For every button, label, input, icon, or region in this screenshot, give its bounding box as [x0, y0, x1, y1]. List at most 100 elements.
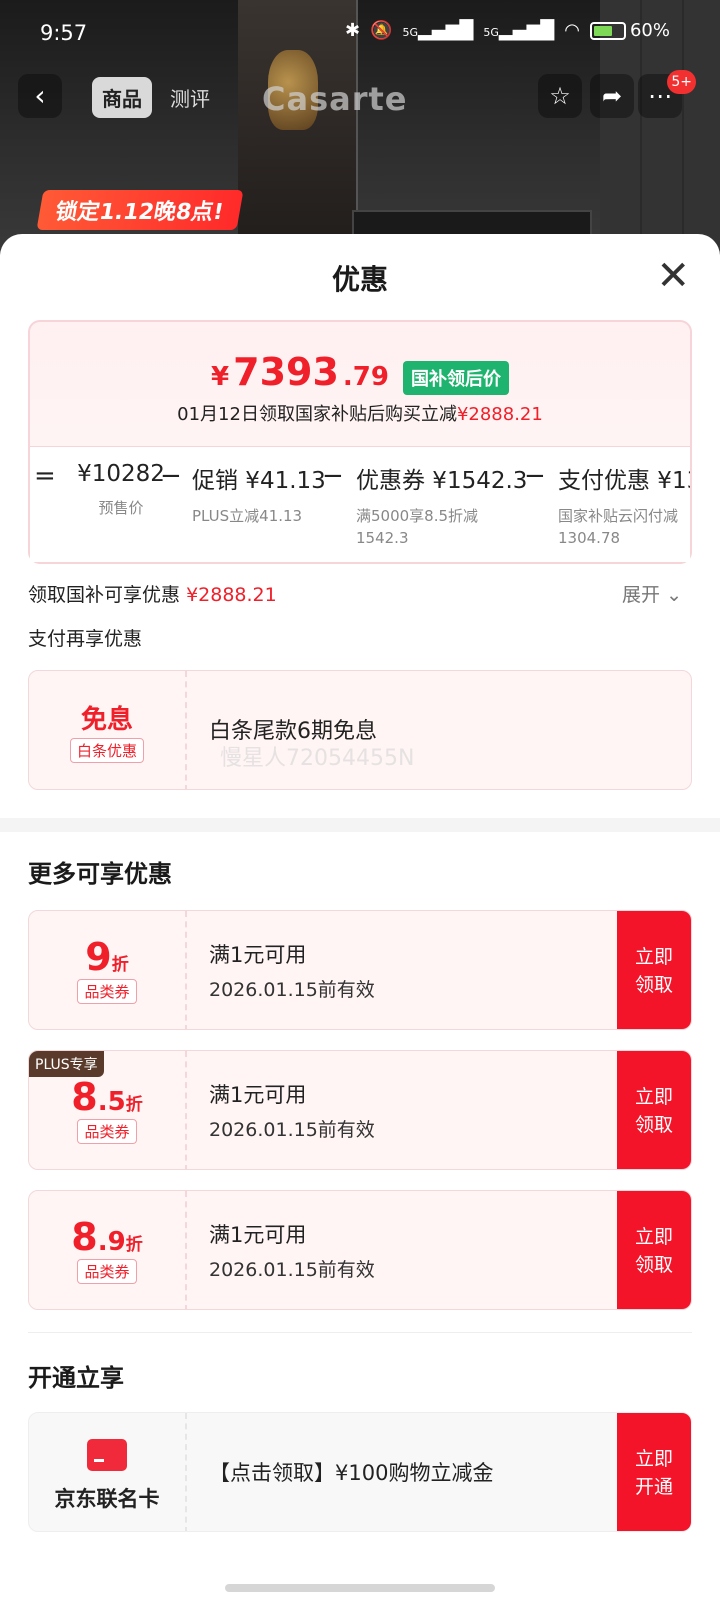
pay-more-label: 支付再享优惠 — [28, 628, 143, 650]
coupon-dec: .5 — [97, 1087, 126, 1117]
cobrand-card-name: 京东联名卡 — [54, 1487, 160, 1511]
separator-line — [28, 1332, 692, 1333]
credit-card-icon — [87, 1439, 127, 1471]
wifi-icon: ◠ — [564, 20, 580, 41]
favorite-star-icon[interactable]: ☆ — [538, 74, 582, 118]
subtitle-text: 01月12日领取国家补贴后购买立减 — [177, 404, 457, 425]
message-badge: 5+ — [667, 70, 696, 94]
coupon-body: 满1元可用 2026.01.15前有效 — [209, 1191, 611, 1309]
button-line2: 领取 — [634, 1114, 673, 1136]
sheet-title: 优惠 — [331, 263, 388, 296]
breakdown-label-line1: 国家补贴云闪付减 — [558, 507, 679, 525]
app-root: 9:57 ✱ 🔕 5G▂▄▆█ 5G▂▄▆█ ◠ 60% ‹ 商品 测评 Cas… — [0, 0, 720, 1600]
claim-coupon-button[interactable]: 立即 领取 — [617, 1191, 691, 1309]
breakdown-label-line1: 满5000享8.5折减 — [356, 507, 479, 525]
interest-free-body: 白条尾款6期免息 — [209, 671, 611, 789]
coupon-type-chip: 品类券 — [77, 979, 137, 1004]
coupon-body: 满1元可用 2026.01.15前有效 — [209, 1051, 611, 1169]
coupon-value: 8.9折 品类券 — [29, 1191, 187, 1309]
close-icon[interactable]: ✕ — [656, 256, 690, 296]
subsidy-amount: ¥2888.21 — [186, 584, 277, 606]
status-icons: ✱ 🔕 5G▂▄▆█ 5G▂▄▆█ ◠ 60% — [345, 20, 670, 41]
coupon-discount: 8.5折 — [29, 1075, 185, 1119]
coupon-card: 8.9折 品类券 满1元可用 2026.01.15前有效 立即领取 — [28, 1190, 692, 1310]
share-icon[interactable]: ➦ — [590, 74, 634, 118]
button-line1: 立即 — [634, 1226, 673, 1248]
more-offers-title: 更多可享优惠 — [28, 860, 172, 888]
mute-icon: 🔕 — [370, 20, 393, 41]
discount-sheet: 优惠 ✕ ¥ 7393 .79 国补领后价 01月12日领取国家补贴后购买立减¥… — [0, 234, 720, 1600]
coupon-expiry: 2026.01.15前有效 — [209, 1259, 375, 1281]
coupon-num: 8 — [71, 1215, 98, 1259]
network-type-2: 5G — [483, 26, 499, 39]
cobrand-card-body: 【点击领取】¥100购物立减金 — [209, 1413, 611, 1531]
button-line2: 领取 — [634, 1254, 673, 1276]
coupon-unit: 折 — [125, 1095, 143, 1115]
watermark-text: 慢星人72054455N — [220, 746, 415, 771]
coupon-condition: 满1元可用 — [209, 1223, 307, 1247]
price-subtitle: 01月12日领取国家补贴后购买立减¥2888.21 — [30, 400, 690, 426]
minus-sign: − — [524, 461, 546, 491]
coupon-type-chip: 品类券 — [77, 1259, 137, 1284]
interest-free-card[interactable]: 免息 白条优惠 白条尾款6期免息 — [28, 670, 692, 790]
coupon-discount: 8.9折 — [29, 1215, 185, 1259]
breakdown-value: 促销 ¥41.13 — [192, 468, 326, 494]
back-button[interactable]: ‹ — [18, 74, 62, 118]
brand-logo: Casarte — [262, 80, 408, 118]
minus-sign: − — [160, 461, 182, 491]
breakdown-value: 优惠券 ¥1542.3 — [356, 468, 528, 494]
interest-free-badge: 免息 白条优惠 — [29, 671, 187, 789]
top-nav: ‹ 商品 测评 Casarte ☆ ➦ ⋯ 5+ — [0, 70, 720, 122]
subsidy-label: 领取国补可享优惠 — [28, 584, 181, 606]
baitiao-chip: 白条优惠 — [69, 738, 144, 763]
button-line1: 立即 — [634, 1448, 673, 1470]
battery-icon — [589, 21, 626, 40]
breakdown-label: PLUS立减41.13 — [192, 507, 303, 525]
battery-percent: 60% — [629, 20, 670, 41]
open-card-button[interactable]: 立即 开通 — [617, 1413, 691, 1531]
coupon-expiry: 2026.01.15前有效 — [209, 1119, 375, 1141]
coupon-value: 9折 品类券 — [29, 911, 187, 1029]
home-indicator[interactable] — [225, 1584, 495, 1592]
subtitle-amount: ¥2888.21 — [456, 404, 543, 425]
status-bar: 9:57 ✱ 🔕 5G▂▄▆█ 5G▂▄▆█ ◠ 60% — [0, 0, 720, 66]
plus-exclusive-badge: PLUS专享 — [29, 1051, 104, 1077]
coupon-condition: 满1元可用 — [209, 1083, 307, 1107]
coupon-type-chip: 品类券 — [77, 1119, 137, 1144]
signal-2-icon: 5G▂▄▆█ — [483, 20, 555, 41]
battery-indicator: 60% — [589, 20, 670, 41]
tab-reviews[interactable]: 测评 — [160, 77, 220, 118]
final-price-box: ¥ 7393 .79 国补领后价 01月12日领取国家补贴后购买立减¥2888.… — [28, 320, 692, 564]
coupon-body: 满1元可用 2026.01.15前有效 — [209, 911, 611, 1029]
coupon-discount: 9折 — [29, 935, 185, 979]
coupon-dec: .9 — [97, 1227, 126, 1257]
coupon-unit: 折 — [111, 955, 129, 975]
button-line1: 立即 — [634, 946, 673, 968]
breakdown-item-promo: 促销 ¥41.13 PLUS立减41.13 — [192, 461, 326, 527]
price-breakdown[interactable]: = ¥10282 预售价 − 促销 ¥41.13 PLUS立减41.13 − 优… — [30, 446, 690, 562]
cobrand-card-offer: 京东联名卡 【点击领取】¥100购物立减金 立即开通 — [28, 1412, 692, 1532]
final-price: ¥ 7393 .79 国补领后价 — [30, 350, 690, 395]
breakdown-item-coupon: 优惠券 ¥1542.3 满5000享8.5折减 1542.3 — [356, 461, 527, 549]
coupon-condition: 满1元可用 — [209, 943, 307, 967]
status-time: 9:57 — [40, 21, 88, 45]
price-currency: ¥ — [211, 362, 230, 392]
network-type-1: 5G — [402, 26, 418, 39]
tab-product[interactable]: 商品 — [92, 76, 152, 118]
breakdown-label: 预售价 — [98, 499, 144, 517]
expand-button[interactable]: 展开 ⌄ — [622, 580, 682, 607]
coupon-num: 9 — [85, 935, 112, 979]
interest-free-title: 免息 — [80, 705, 133, 735]
coupon-card: 8.5折 品类券 PLUS专享 满1元可用 2026.01.15前有效 立即领取 — [28, 1050, 692, 1170]
bluetooth-icon: ✱ — [344, 20, 361, 41]
breakdown-item-payment: 支付优惠 ¥13 国家补贴云闪付减 1304.78 — [558, 461, 690, 549]
coupon-card: 9折 品类券 满1元可用 2026.01.15前有效 立即 领取 — [28, 910, 692, 1030]
claim-coupon-button[interactable]: 立即 领取 — [617, 1051, 691, 1169]
button-line2: 开通 — [634, 1476, 673, 1498]
coupon-num: 8 — [71, 1075, 98, 1119]
breakdown-label: 满5000享8.5折减 1542.3 — [356, 505, 527, 549]
button-line1: 立即 — [634, 1086, 673, 1108]
breakdown-label: 国家补贴云闪付减 1304.78 — [558, 505, 690, 549]
cobrand-card-badge: 京东联名卡 — [29, 1413, 187, 1531]
claim-coupon-button[interactable]: 立即 领取 — [617, 911, 691, 1029]
